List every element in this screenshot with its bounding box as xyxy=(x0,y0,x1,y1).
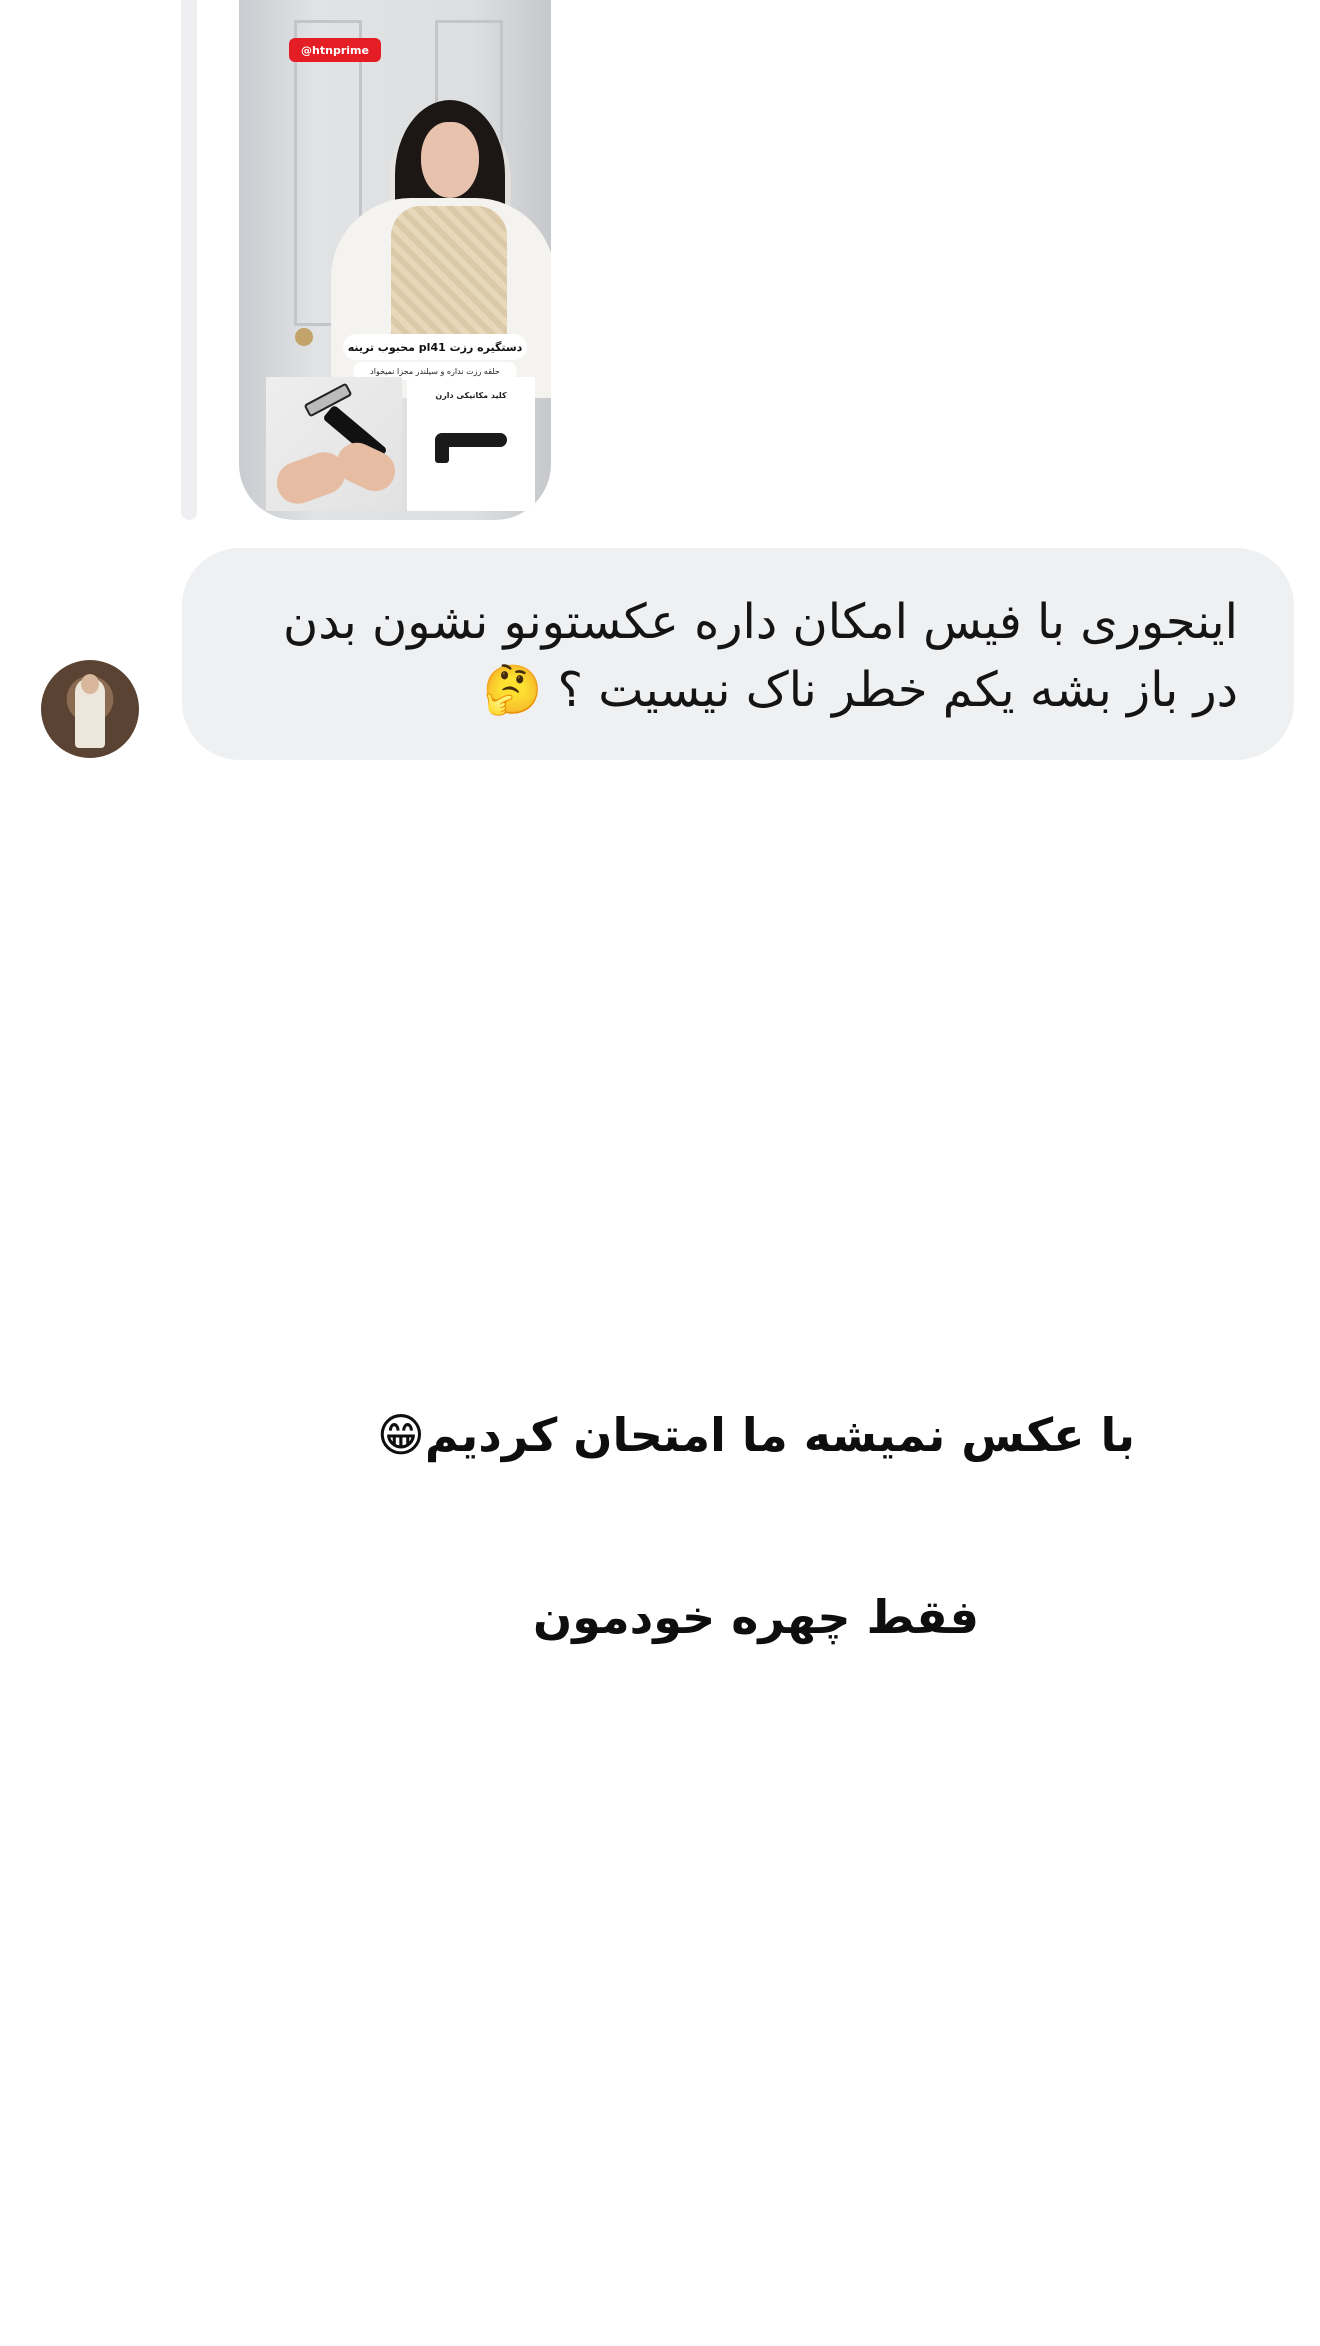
account-handle-tag: @htnprime xyxy=(289,38,381,62)
message-line-1: اینجوری با فیس امکان داره عکستونو نشون ب… xyxy=(282,594,1238,650)
lever-handle xyxy=(435,433,507,447)
hand-right xyxy=(330,436,402,498)
product-photo-hands xyxy=(266,377,402,511)
avatar-head xyxy=(81,674,99,694)
reel-caption-title: دستگیره رزت pl41 محبوب ترینه xyxy=(343,334,527,360)
message-line-2: در باز بشه یکم خطر ناک نیسیت ؟ 🤔 xyxy=(482,662,1238,718)
product-photo-lever: کلید مکانیکی دارن xyxy=(407,377,535,511)
product-label: کلید مکانیکی دارن xyxy=(435,391,507,400)
overlay-note-2: فقط چهره خودمون xyxy=(533,1590,979,1644)
overlay-note-1: با عکس نمیشه ما امتحان کردیم😁 xyxy=(376,1408,1136,1462)
reply-thread-line xyxy=(181,0,197,520)
sender-avatar[interactable] xyxy=(41,660,139,758)
message-bubble[interactable]: اینجوری با فیس امکان داره عکستونو نشون ب… xyxy=(182,548,1294,760)
person-face xyxy=(421,122,479,198)
door-handle xyxy=(295,328,313,346)
shared-reel-preview[interactable]: @htnprime دستگیره رزت pl41 محبوب ترینه ح… xyxy=(239,0,551,520)
